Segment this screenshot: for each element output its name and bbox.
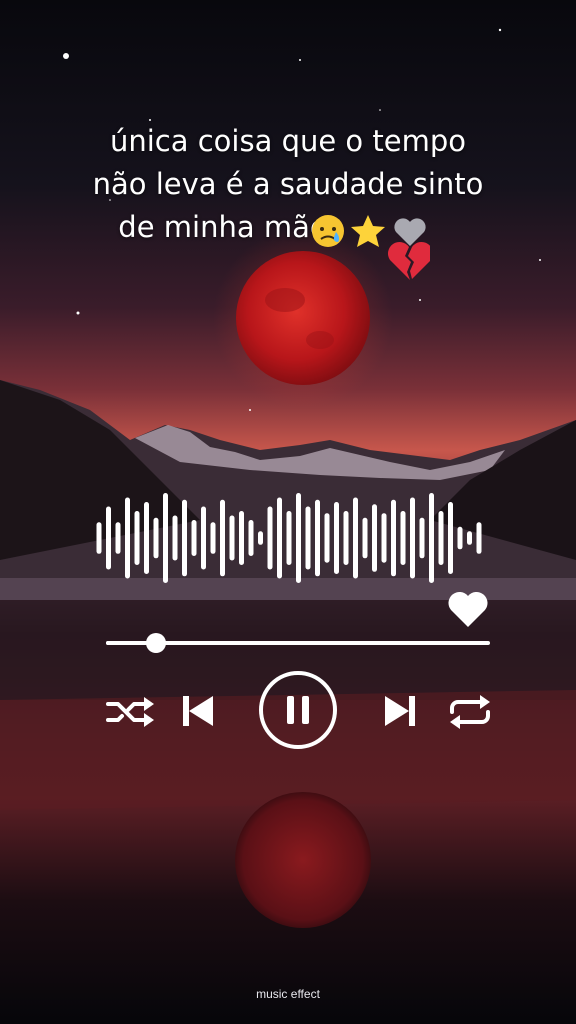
waveform-bar [334, 502, 339, 574]
waveform-bar [391, 499, 396, 577]
waveform-bar [476, 522, 482, 554]
waveform-bar [125, 497, 130, 579]
waveform-bar [163, 493, 168, 583]
progress-knob[interactable] [145, 633, 166, 653]
waveform-bar [277, 497, 282, 579]
waveform-bar [210, 522, 216, 554]
waveform-bar [191, 520, 197, 556]
waveform-bar [457, 526, 463, 550]
waveform-bar [153, 517, 159, 559]
shuffle-icon [106, 697, 154, 727]
waveform-visualizer [96, 493, 482, 583]
waveform-bar [115, 522, 121, 554]
footer-label: music effect [256, 987, 320, 1001]
waveform-bar [372, 504, 377, 572]
previous-button[interactable] [182, 694, 214, 730]
waveform-bar [172, 515, 178, 561]
waveform-bar [362, 517, 368, 559]
waveform-bar [324, 513, 330, 563]
waveform-bar [286, 511, 292, 565]
like-button[interactable] [446, 589, 490, 629]
caption-line-2: não leva é a saudade sinto [92, 167, 484, 201]
waveform-bar [305, 506, 311, 570]
caption-line-3: de minha mãe [118, 210, 328, 244]
caption-text: única coisa que o tempo não leva é a sau… [40, 120, 536, 249]
pause-button[interactable] [258, 670, 338, 750]
emoji-group [310, 210, 434, 280]
skip-next-icon [385, 696, 415, 726]
waveform-bar [106, 506, 111, 570]
progress-bar[interactable] [106, 628, 490, 658]
broken-heart-icon [387, 241, 434, 280]
waveform-bar [429, 493, 434, 583]
waveform-bar [201, 506, 206, 570]
grey-heart-icon [394, 218, 426, 246]
waveform-bar [144, 502, 149, 574]
waveform-bar [353, 497, 358, 579]
waveform-bar [267, 506, 273, 570]
waveform-bar [400, 511, 406, 565]
crying-face-icon [312, 215, 344, 247]
waveform-bar [248, 520, 254, 556]
heart-icon [448, 591, 488, 627]
star-icon [351, 215, 385, 247]
skip-previous-icon [183, 696, 213, 726]
waveform-bar [438, 511, 444, 565]
repeat-button[interactable] [448, 694, 492, 730]
waveform-bar [419, 517, 425, 559]
waveform-bar [343, 511, 349, 565]
shuffle-button[interactable] [106, 696, 156, 728]
caption-line-1: única coisa que o tempo [109, 124, 466, 158]
waveform-bar [258, 531, 263, 545]
waveform-bar [134, 511, 140, 565]
waveform-bar [96, 522, 102, 554]
playback-controls [0, 668, 576, 758]
waveform-bar [315, 499, 320, 577]
waveform-bar [296, 493, 301, 583]
waveform-bar [467, 531, 472, 545]
waveform-bar [410, 497, 415, 579]
next-button[interactable] [384, 694, 416, 730]
waveform-bar [229, 515, 235, 561]
waveform-bar [381, 513, 387, 563]
repeat-icon [450, 695, 490, 729]
waveform-bar [220, 499, 225, 577]
waveform-bar [448, 502, 453, 574]
waveform-bar [182, 499, 187, 577]
pause-icon [259, 671, 337, 749]
waveform-bar [239, 511, 244, 565]
